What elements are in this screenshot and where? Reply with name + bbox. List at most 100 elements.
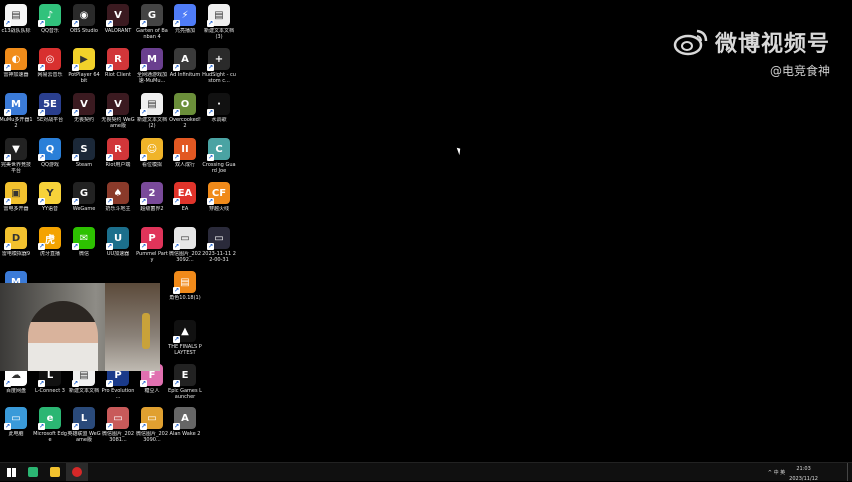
desktop-icon[interactable]: P ↗ Pummel Party xyxy=(135,227,169,263)
desktop-icon[interactable]: ▼ ↗ 完美世界竞技平台 xyxy=(0,138,33,174)
desktop-icon[interactable]: V ↗ 无畏契约 WeGame版 xyxy=(101,93,135,129)
app-icon: M↗ xyxy=(140,48,163,71)
desktop-icon[interactable]: L ↗ 英雄联盟 WeGame版 xyxy=(67,407,101,443)
desktop-icon[interactable]: ▤ ↗ 新建文本文档 (3) xyxy=(202,4,236,40)
desktop-icon[interactable]: A ↗ Ad Infinitum xyxy=(168,48,202,78)
desktop-icon[interactable]: ◐ ↗ 雷神加速器 xyxy=(0,48,33,78)
desktop-icon[interactable]: ▭ ↗ 微信图片_2023092... xyxy=(168,227,202,263)
app-icon: ▭ ↗ xyxy=(173,227,196,250)
app-glyph: ▤ xyxy=(180,276,190,288)
taskbar-red-app-button[interactable] xyxy=(66,463,88,481)
shortcut-arrow-icon: ↗ xyxy=(140,154,147,161)
shortcut-arrow-icon: ↗ xyxy=(72,380,79,387)
taskbar-edge-button[interactable] xyxy=(22,463,44,481)
app-icon: CF ↗ xyxy=(207,182,230,205)
app-glyph: L xyxy=(80,412,88,424)
desktop-icon[interactable]: EA ↗ EA xyxy=(168,182,202,212)
desktop-icon[interactable]: 5E ↗ 5E对战平台 xyxy=(33,93,67,123)
desktop-icon[interactable]: G ↗ Garten of Banban 4 xyxy=(135,4,169,40)
desktop-icon[interactable]: ▤ ↗ c13战队队标 xyxy=(0,4,33,34)
app-icon: ▣ ↗ xyxy=(4,182,27,205)
red-app-icon xyxy=(72,467,82,477)
desktop-icon[interactable]: Y ↗ YY语音 xyxy=(33,182,67,212)
desktop-icon[interactable]: D ↗ 雷电模拟器9 xyxy=(0,227,33,257)
desktop-icon[interactable]: ✉ ↗ 微信 xyxy=(67,227,101,257)
desktop-icon-label: 新建文本文档 (3) xyxy=(203,28,234,40)
file-explorer-icon xyxy=(50,467,60,477)
app-icon: ♪ ↗ xyxy=(38,4,61,27)
shortcut-arrow-icon: ↗ xyxy=(4,154,11,161)
app-glyph: G xyxy=(147,9,157,21)
desktop-icon[interactable]: C ↗ Crossing Guard Joe xyxy=(202,138,236,174)
shortcut-arrow-icon: ↗ xyxy=(140,423,147,430)
app-icon: ◎ ↗ xyxy=(38,48,61,71)
desktop-icon[interactable]: R ↗ Riot用户端 xyxy=(101,138,135,168)
desktop-icon-label: YY语音 xyxy=(41,206,59,212)
shortcut-arrow-icon: ↗ xyxy=(72,198,79,205)
app-glyph: S xyxy=(80,143,88,155)
shortcut-arrow-icon: ↗ xyxy=(4,423,11,430)
desktop-icon[interactable]: E ↗ Epic Games Launcher xyxy=(168,364,202,400)
app-icon: ▭ ↗ xyxy=(207,227,230,250)
desktop-icon-label: Steam xyxy=(75,162,93,168)
desktop-icon[interactable]: ◉ ↗ OBS Studio xyxy=(67,4,101,34)
desktop-icon[interactable]: CF ↗ 穿越火线 xyxy=(202,182,236,212)
desktop-icon[interactable]: G ↗ WeGame xyxy=(67,182,101,212)
desktop-icon[interactable]: O ↗ Overcooked! 2 xyxy=(168,93,202,129)
desktop-icon[interactable]: 虎 ↗ 虎牙直播 xyxy=(33,227,67,257)
shortcut-arrow-icon: ↗ xyxy=(4,20,11,27)
desktop-icon[interactable]: ☺ ↗ 看位模拟 xyxy=(135,138,169,168)
desktop-icon[interactable]: ▭ ↗ 微信图片_2023081... xyxy=(101,407,135,443)
desktop-icon[interactable]: ▭ ↗ 此电脑 xyxy=(0,407,33,437)
desktop-icon[interactable]: · ↗ 水调歌 xyxy=(202,93,236,123)
desktop-icon[interactable]: 2 ↗ 超级菌界2 xyxy=(135,182,169,212)
shortcut-arrow-icon: ↗ xyxy=(106,423,113,430)
taskbar-windows-start-button[interactable] xyxy=(0,463,22,481)
desktop-icon[interactable]: U ↗ UU加速器 xyxy=(101,227,135,257)
app-glyph: ▲ xyxy=(181,325,189,337)
desktop-icon[interactable]: M ↗ 全网通游戏加速-MuMu... xyxy=(135,48,169,84)
desktop-icon[interactable]: ♠ ↗ 奶乐斗地主 xyxy=(101,182,135,212)
app-glyph: A xyxy=(181,412,189,424)
shortcut-arrow-icon: ↗ xyxy=(72,243,79,250)
shortcut-arrow-icon: ↗ xyxy=(207,20,214,27)
desktop-icon[interactable]: ⚡ ↗ 元亮播加 xyxy=(168,4,202,34)
desktop-icon-label: 奶乐斗地主 xyxy=(105,206,131,212)
tray-indicators[interactable]: ^ 中 英 xyxy=(768,469,785,476)
app-glyph: + xyxy=(214,53,224,65)
app-glyph: ▭ xyxy=(113,412,123,424)
desktop-icon[interactable]: + ↗ HudSight - custom c... xyxy=(202,48,236,84)
desktop-icon[interactable]: V ↗ VALORANT xyxy=(101,4,135,34)
app-glyph: ▼ xyxy=(12,143,20,155)
desktop-icon[interactable]: ◎ ↗ 网易云音乐 xyxy=(33,48,67,78)
taskbar-clock[interactable]: 21:03 2023/11/12 xyxy=(789,462,818,482)
shortcut-arrow-icon: ↗ xyxy=(140,20,147,27)
desktop-icon-label: 全网通游戏加速-MuMu... xyxy=(136,72,167,84)
desktop-icon[interactable]: ♪ ↗ QQ音乐 xyxy=(33,4,67,34)
desktop-icon[interactable]: A ↗ Alan Wake 2 xyxy=(168,407,202,437)
desktop-icon[interactable]: ▭ ↗ 微信图片_2023090... xyxy=(135,407,169,443)
taskbar-file-explorer-button[interactable] xyxy=(44,463,66,481)
desktop-icon[interactable]: S ↗ Steam xyxy=(67,138,101,168)
watermark-title: 微博视频号 xyxy=(714,32,830,57)
desktop-icon[interactable]: e ↗ Microsoft Edge xyxy=(33,407,67,443)
desktop-icon-label: WeGame xyxy=(72,206,96,212)
desktop-icon[interactable]: V ↗ 无畏契约 xyxy=(67,93,101,123)
desktop-icon[interactable]: M ↗ MuMu多开器12 xyxy=(0,93,33,129)
shortcut-arrow-icon: ↗ xyxy=(140,198,147,205)
desktop-icon[interactable]: Q ↗ QQ游戏 xyxy=(33,138,67,168)
desktop-icon-label: 百度网盘 xyxy=(5,388,26,394)
desktop-icon[interactable]: R ↗ Riot Client xyxy=(101,48,135,78)
app-icon: ▲ ↗ xyxy=(173,320,196,343)
desktop-icon[interactable]: ▭ ↗ 2023-11-11 22-00-31 xyxy=(202,227,236,263)
desktop-icon[interactable]: ▲ ↗ THE FINALS PLAYTEST xyxy=(168,320,202,356)
show-desktop-button[interactable] xyxy=(847,463,852,481)
desktop-icon[interactable]: ▤ ↗ 角色10.18(1) xyxy=(168,271,202,301)
desktop-icon-label: PotPlayer 64 bit xyxy=(68,72,100,84)
desktop-icon[interactable]: II ↗ 双人成行 xyxy=(168,138,202,168)
app-glyph: e xyxy=(46,412,54,424)
desktop-icon-label: HudSight - custom c... xyxy=(202,72,236,84)
desktop-icon[interactable]: ▶ ↗ PotPlayer 64 bit xyxy=(67,48,101,84)
desktop-icon[interactable]: ▣ ↗ 雷电多开器 xyxy=(0,182,33,212)
desktop-icon[interactable]: ▤ ↗ 新建文本文档 (2) xyxy=(135,93,169,129)
